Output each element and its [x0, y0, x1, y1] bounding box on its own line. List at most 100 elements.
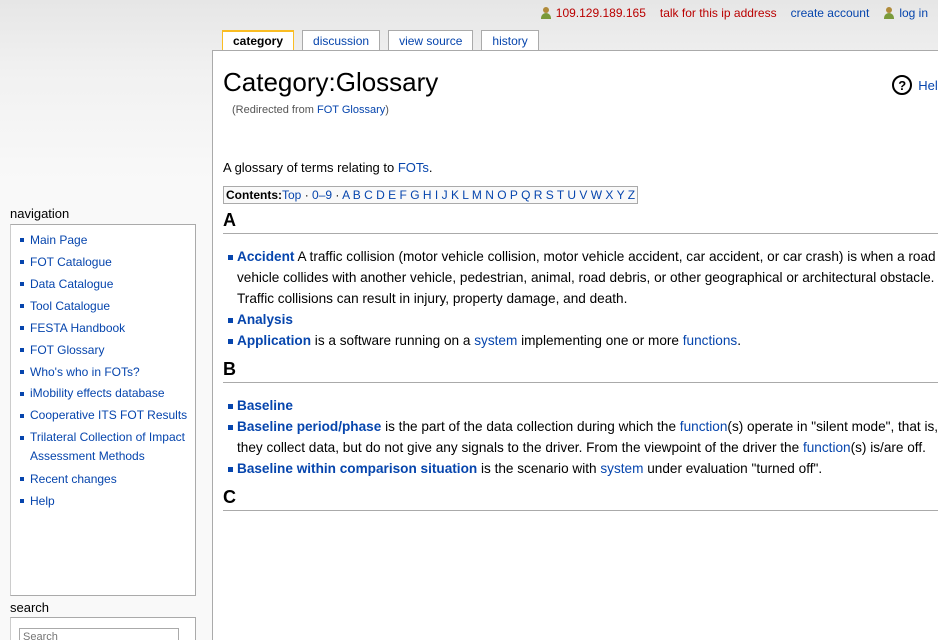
toc-letter-link[interactable]: I	[435, 188, 438, 202]
user-icon	[883, 7, 895, 19]
sidebar-item[interactable]: Trilateral Collection of Impact Assessme…	[19, 427, 189, 468]
intro-prefix: A glossary of terms relating to	[223, 160, 398, 175]
fots-link[interactable]: FOTs	[398, 160, 429, 175]
tab-view-source[interactable]: view source	[388, 30, 474, 50]
toc-letter-link[interactable]: B	[353, 188, 361, 202]
entries-b: Baseline Baseline period/phase is the pa…	[223, 395, 938, 479]
log-in-link[interactable]: log in	[899, 6, 928, 20]
baseline-period-term-link[interactable]: Baseline period/phase	[237, 419, 381, 434]
entries-a: Accident A traffic collision (motor vehi…	[223, 246, 938, 351]
toc-letter-link[interactable]: E	[388, 188, 396, 202]
content-area: Category:Glossary ? Help (Redirected fro…	[212, 50, 938, 640]
toc-letter-link[interactable]: N	[485, 188, 494, 202]
sidebar-item[interactable]: Who's who in FOTs?	[19, 361, 189, 383]
navigation-portlet: Main Page FOT Catalogue Data Catalogue Tool…	[10, 224, 196, 596]
search-input[interactable]	[19, 628, 179, 640]
toc-top-link[interactable]: Top	[282, 188, 301, 202]
personal-toolbar: 109.129.189.165 talk for this ip address…	[540, 6, 928, 20]
list-item: Baseline	[223, 395, 938, 416]
toc-label: Contents:	[226, 188, 282, 202]
toc-letter-link[interactable]: V	[579, 188, 587, 202]
toc-09-link[interactable]: 0–9	[312, 188, 332, 202]
help-label[interactable]: Help	[918, 78, 938, 93]
toc-letter-link[interactable]: R	[534, 188, 543, 202]
toc-letter-link[interactable]: U	[567, 188, 576, 202]
analysis-term-link[interactable]: Analysis	[237, 312, 293, 327]
accident-definition: A traffic collision (motor vehicle colli…	[237, 249, 936, 306]
sidebar-item[interactable]: FESTA Handbook	[19, 317, 189, 339]
help-link[interactable]: ? Help	[892, 67, 938, 97]
toc-letter-link[interactable]: T	[557, 188, 564, 202]
redirect-link[interactable]: FOT Glossary	[317, 104, 385, 116]
accident-term-link[interactable]: Accident	[237, 249, 294, 264]
toc-letter-link[interactable]: C	[364, 188, 373, 202]
tab-history[interactable]: history	[481, 30, 539, 50]
help-icon[interactable]: ?	[892, 75, 913, 95]
toc-letter-link[interactable]: K	[451, 188, 459, 202]
toc-letter-link[interactable]: Z	[628, 188, 635, 202]
page-title: Category:Glossary	[223, 67, 439, 97]
baseline-within-term-link[interactable]: Baseline within comparison situation	[237, 461, 477, 476]
sidebar-item[interactable]: Cooperative ITS FOT Results	[19, 405, 189, 427]
toc-letter-link[interactable]: F	[400, 188, 407, 202]
intro-text: A glossary of terms relating to FOTs.	[223, 160, 938, 175]
sidebar-item[interactable]: FOT Catalogue	[19, 251, 189, 273]
sidebar-item[interactable]: Help	[19, 490, 189, 512]
functions-link[interactable]: functions	[683, 333, 737, 348]
search-portlet	[10, 617, 196, 640]
toc-letter-link[interactable]: P	[510, 188, 518, 202]
definition-text: (s) is/are off.	[850, 440, 926, 455]
tab-discussion[interactable]: discussion	[302, 30, 381, 50]
definition-text: under evaluation "turned off".	[643, 461, 823, 476]
ip-address-link[interactable]: 109.129.189.165	[556, 6, 646, 20]
toc-letter-link[interactable]: A	[342, 188, 349, 202]
title-row: Category:Glossary ? Help	[223, 67, 938, 97]
toc-letters: A B C D E F G H I J K L M N O P Q R S T …	[342, 188, 635, 202]
list-item: Baseline period/phase is the part of the…	[223, 416, 938, 458]
definition-text: is the part of the data collection durin…	[381, 419, 680, 434]
toc-letter-link[interactable]: H	[423, 188, 432, 202]
application-term-link[interactable]: Application	[237, 333, 311, 348]
login-item: log in	[883, 6, 928, 20]
sidebar-item[interactable]: Tool Catalogue	[19, 295, 189, 317]
list-item: Baseline within comparison situation is …	[223, 458, 938, 479]
baseline-term-link[interactable]: Baseline	[237, 398, 293, 413]
redirect-prefix: (Redirected from	[232, 104, 317, 116]
sidebar-item[interactable]: Recent changes	[19, 468, 189, 490]
toc-letter-link[interactable]: W	[591, 188, 602, 202]
redirect-suffix: )	[385, 104, 389, 116]
definition-text: is the scenario with	[477, 461, 601, 476]
function-link[interactable]: function	[680, 419, 728, 434]
sidebar-item[interactable]: Main Page	[19, 229, 189, 251]
function-link[interactable]: function	[803, 440, 851, 455]
navigation-title: navigation	[10, 206, 70, 221]
talk-link[interactable]: talk for this ip address	[660, 6, 777, 20]
toc-letter-link[interactable]: D	[376, 188, 385, 202]
toc-letter-link[interactable]: X	[605, 188, 613, 202]
system-link[interactable]: system	[600, 461, 643, 476]
list-item: Analysis	[223, 309, 938, 330]
system-link[interactable]: system	[474, 333, 517, 348]
toc-letter-link[interactable]: L	[462, 188, 468, 202]
toc-letter-link[interactable]: J	[442, 188, 448, 202]
sidebar-item[interactable]: FOT Glossary	[19, 339, 189, 361]
toc-letter-link[interactable]: S	[546, 188, 554, 202]
toc-letter-link[interactable]: M	[472, 188, 482, 202]
tab-category[interactable]: category	[222, 30, 295, 50]
sidebar-item[interactable]: iMobility effects database	[19, 383, 189, 405]
definition-text: is a software running on a	[311, 333, 475, 348]
ip-user-item: 109.129.189.165	[540, 6, 646, 20]
sidebar-item[interactable]: Data Catalogue	[19, 273, 189, 295]
list-item: Accident A traffic collision (motor vehi…	[223, 246, 938, 309]
redirect-notice: (Redirected from FOT Glossary)	[232, 104, 938, 116]
toc-letter-link[interactable]: Q	[521, 188, 530, 202]
create-account-link[interactable]: create account	[791, 6, 870, 20]
toc-letter-link[interactable]: Y	[617, 188, 625, 202]
list-item: Application is a software running on a s…	[223, 330, 938, 351]
search-title: search	[10, 600, 50, 615]
toc-letter-link[interactable]: O	[497, 188, 506, 202]
intro-suffix: .	[428, 160, 433, 175]
search-box	[11, 618, 195, 640]
toc-letter-link[interactable]: G	[410, 188, 419, 202]
definition-text: .	[737, 333, 741, 348]
